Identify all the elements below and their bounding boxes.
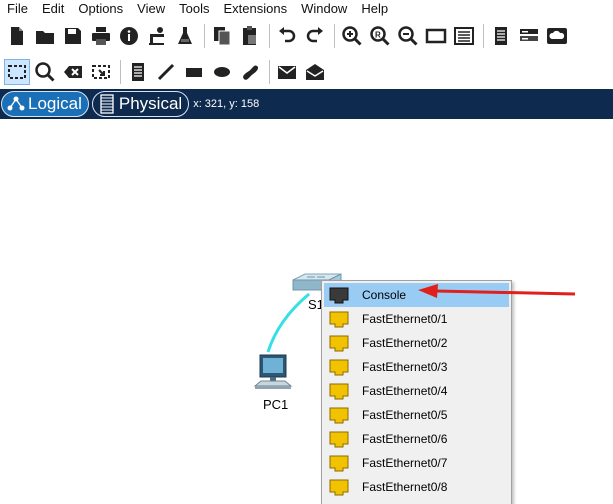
port-label: FastEthernet0/3 — [362, 360, 448, 374]
ethernet-port-icon — [329, 359, 349, 375]
select-icon[interactable] — [4, 59, 30, 85]
ethernet-port-icon — [329, 311, 349, 327]
port-label: FastEthernet0/5 — [362, 408, 448, 422]
port-item[interactable]: FastEthernet0/8 — [324, 475, 509, 499]
port-label: FastEthernet0/8 — [362, 480, 448, 494]
logical-label: Logical — [28, 94, 82, 113]
pc-icon[interactable] — [251, 352, 295, 396]
undo-icon[interactable] — [274, 23, 300, 49]
pc-label: PC1 — [263, 397, 289, 412]
activity-wizard-icon[interactable] — [144, 23, 170, 49]
resize-icon[interactable] — [88, 59, 114, 85]
toolbar-separator — [334, 24, 335, 48]
notes-icon[interactable] — [488, 23, 514, 49]
cloud-icon[interactable] — [544, 23, 570, 49]
ethernet-port-icon — [329, 455, 349, 471]
port-item[interactable]: FastEthernet0/4 — [324, 379, 509, 403]
ellipse-icon[interactable] — [209, 59, 235, 85]
port-item[interactable]: FastEthernet0/2 — [324, 331, 509, 355]
menu-view[interactable]: View — [130, 0, 172, 18]
menu-bar: File Edit Options View Tools Extensions … — [0, 0, 613, 18]
toolbar-separator — [269, 60, 270, 84]
main-toolbar: R — [0, 21, 613, 51]
rectangle-icon[interactable] — [181, 59, 207, 85]
physical-label: Physical — [118, 94, 183, 113]
toolbar-separator — [269, 24, 270, 48]
zoom-reset-icon[interactable]: R — [367, 23, 393, 49]
save-icon[interactable] — [60, 23, 86, 49]
ethernet-port-icon — [329, 383, 349, 399]
port-label: FastEthernet0/2 — [362, 336, 448, 350]
port-label: Console — [362, 288, 407, 302]
menu-options[interactable]: Options — [71, 0, 130, 18]
redo-icon[interactable] — [302, 23, 328, 49]
toolbar-separator — [483, 24, 484, 48]
logical-topology-icon — [7, 96, 25, 111]
port-item-console[interactable]: Console — [324, 283, 509, 307]
port-label: FastEthernet0/7 — [362, 456, 448, 470]
physical-mode-button[interactable]: Physical — [91, 91, 190, 117]
paste-icon[interactable] — [237, 23, 263, 49]
delete-icon[interactable] — [60, 59, 86, 85]
logical-mode-button[interactable]: Logical — [1, 91, 89, 117]
ethernet-port-icon — [329, 479, 349, 495]
new-file-icon[interactable] — [4, 23, 30, 49]
port-label: FastEthernet0/6 — [362, 432, 448, 446]
inspect-icon[interactable] — [32, 59, 58, 85]
toolbar-separator — [120, 60, 121, 84]
toolbar-separator — [204, 24, 205, 48]
port-item[interactable]: FastEthernet0/7 — [324, 451, 509, 475]
copy-icon[interactable] — [209, 23, 235, 49]
tools-toolbar — [0, 57, 613, 87]
palette-icon[interactable] — [451, 23, 477, 49]
zoom-in-icon[interactable] — [339, 23, 365, 49]
console-port-icon — [329, 287, 349, 303]
pdu-complex-icon[interactable] — [302, 59, 328, 85]
menu-help[interactable]: Help — [354, 0, 395, 18]
info-icon[interactable] — [116, 23, 142, 49]
open-folder-icon[interactable] — [32, 23, 58, 49]
menu-edit[interactable]: Edit — [35, 0, 71, 18]
port-label: FastEthernet0/4 — [362, 384, 448, 398]
menu-file[interactable]: File — [0, 0, 35, 18]
port-item[interactable]: FastEthernet0/5 — [324, 403, 509, 427]
draw-line-icon[interactable] — [153, 59, 179, 85]
mode-bar: Logical Physical x: 321, y: 158 — [0, 89, 613, 119]
zoom-out-icon[interactable] — [395, 23, 421, 49]
port-item[interactable]: FastEthernet0/6 — [324, 427, 509, 451]
port-selection-menu: Console FastEthernet0/1 FastEthernet0/2 Fas… — [321, 280, 512, 504]
logical-workspace[interactable] — [0, 119, 613, 504]
svg-text:R: R — [375, 31, 381, 40]
note-icon[interactable] — [125, 59, 151, 85]
menu-extensions[interactable]: Extensions — [216, 0, 294, 18]
pdu-simple-icon[interactable] — [274, 59, 300, 85]
print-icon[interactable] — [88, 23, 114, 49]
lab-flask-icon[interactable] — [172, 23, 198, 49]
menu-tools[interactable]: Tools — [172, 0, 216, 18]
port-item[interactable]: FastEthernet0/3 — [324, 355, 509, 379]
freeform-icon[interactable] — [237, 59, 263, 85]
devices-icon[interactable] — [516, 23, 542, 49]
physical-rack-icon — [100, 94, 114, 114]
cursor-coordinates: x: 321, y: 158 — [193, 98, 260, 110]
ethernet-port-icon — [329, 431, 349, 447]
menu-window[interactable]: Window — [294, 0, 354, 18]
viewport-icon[interactable] — [423, 23, 449, 49]
port-item[interactable]: FastEthernet0/1 — [324, 307, 509, 331]
port-label: FastEthernet0/1 — [362, 312, 448, 326]
ethernet-port-icon — [329, 407, 349, 423]
ethernet-port-icon — [329, 335, 349, 351]
